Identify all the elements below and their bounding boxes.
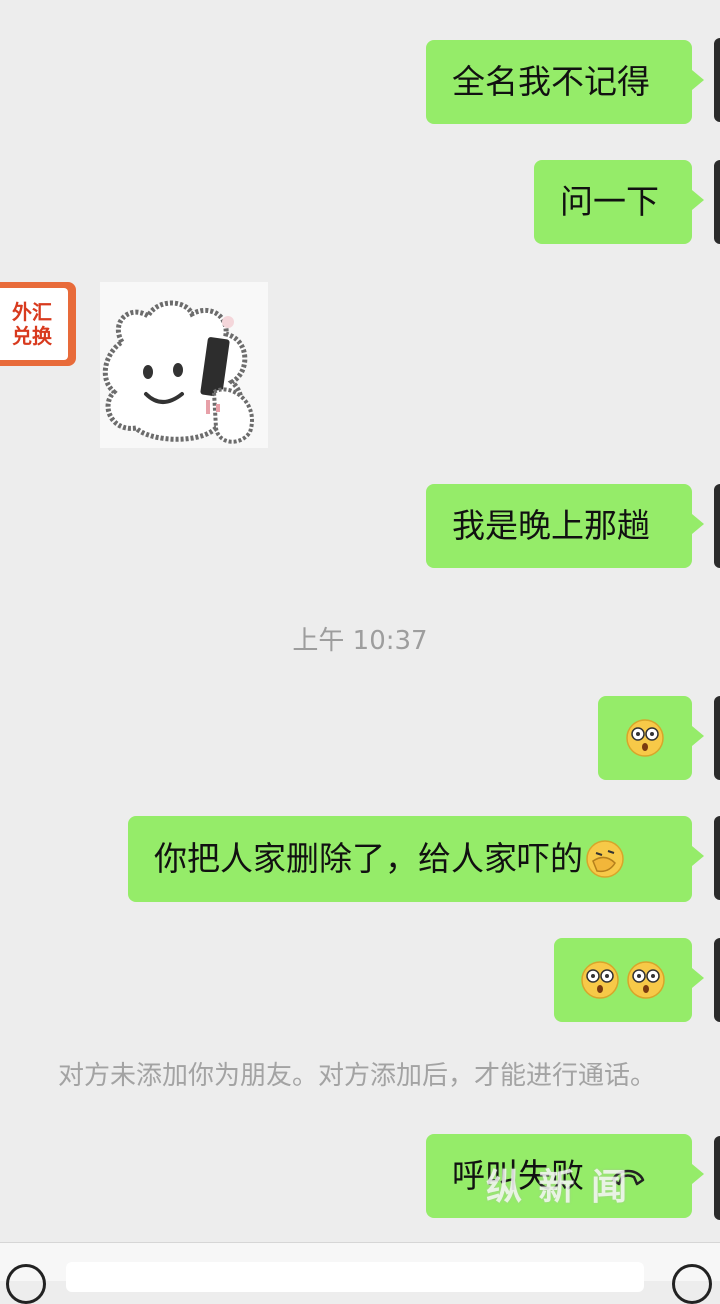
- bear-holding-phone-sticker[interactable]: [100, 282, 268, 448]
- message-bubble[interactable]: 全名我不记得: [426, 40, 704, 124]
- shocked-emoji-icon: [626, 719, 664, 757]
- system-notice: 对方未添加你为朋友。对方添加后，才能进行通话。: [58, 1061, 657, 1091]
- message-bubble[interactable]: 你把人家删除了，给人家吓的: [128, 816, 704, 902]
- self-avatar[interactable]: [714, 1136, 720, 1220]
- self-avatar[interactable]: [714, 938, 720, 1022]
- watermark: 纵 新 闻: [486, 1167, 630, 1208]
- message-text: 问一下: [560, 182, 659, 221]
- facepalm-emoji-icon: [586, 840, 624, 878]
- message-input[interactable]: [66, 1262, 644, 1292]
- add-more-icon[interactable]: [672, 1264, 712, 1304]
- message-text: 我是晚上那趟: [452, 506, 650, 545]
- message-bubble[interactable]: 我是晚上那趟: [426, 484, 704, 568]
- contact-avatar[interactable]: 外汇 兑换: [0, 282, 76, 366]
- message-bubble[interactable]: [554, 938, 704, 1022]
- timestamp: 上午 10:37: [292, 626, 428, 656]
- voice-toggle-icon[interactable]: [6, 1264, 46, 1304]
- self-avatar[interactable]: [714, 696, 720, 780]
- shocked-emoji-icon: [627, 961, 665, 999]
- self-avatar[interactable]: [714, 816, 720, 900]
- self-avatar[interactable]: [714, 160, 720, 244]
- avatar-text-line2: 兑换: [12, 324, 52, 348]
- self-avatar[interactable]: [714, 38, 720, 122]
- self-avatar[interactable]: [714, 484, 720, 568]
- message-text: 全名我不记得: [452, 62, 650, 101]
- message-text: 你把人家删除了，给人家吓的: [154, 839, 583, 878]
- shocked-emoji-icon: [581, 961, 619, 999]
- message-bubble[interactable]: 问一下: [534, 160, 704, 244]
- avatar-logo: 外汇 兑换: [0, 288, 68, 360]
- bear-sticker-icon: [102, 300, 254, 444]
- message-bubble[interactable]: [598, 696, 704, 780]
- avatar-text-line1: 外汇: [12, 300, 52, 324]
